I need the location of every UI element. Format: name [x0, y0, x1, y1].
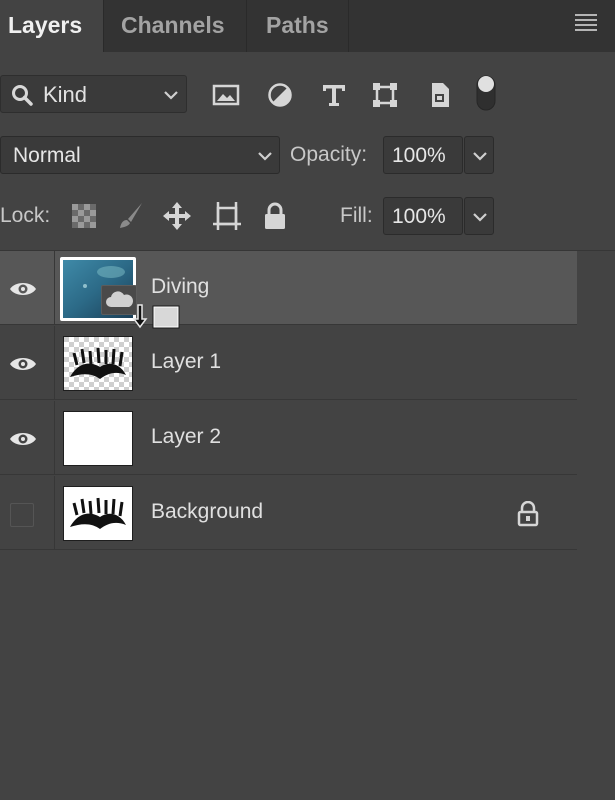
lock-position-icon[interactable] — [161, 200, 193, 232]
visibility-toggle[interactable] — [0, 251, 55, 325]
layer-row-background[interactable]: Background — [0, 476, 577, 550]
layer-thumbnail — [63, 486, 133, 541]
image-filter-icon[interactable] — [211, 80, 241, 110]
eye-icon — [10, 358, 36, 370]
kind-filter-label: Kind — [43, 82, 88, 107]
visibility-off-box — [10, 503, 34, 527]
opacity-dropdown-button[interactable] — [464, 136, 494, 174]
blend-mode-value: Normal — [13, 144, 81, 167]
eye-icon — [10, 283, 36, 295]
search-icon — [12, 85, 33, 106]
eye-icon — [10, 433, 36, 445]
shape-filter-icon[interactable] — [370, 80, 400, 110]
visibility-toggle[interactable] — [0, 326, 55, 400]
lock-all-icon[interactable] — [259, 200, 291, 232]
fill-input[interactable]: 100% — [383, 197, 463, 235]
opacity-value: 100% — [392, 144, 446, 167]
transparent-art-thumbnail — [64, 337, 132, 390]
layer-name[interactable]: Background — [151, 500, 263, 524]
layer-name[interactable]: Layer 2 — [151, 425, 221, 449]
opacity-label: Opacity: — [290, 143, 368, 166]
layer-row-layer-2[interactable]: Layer 2 — [0, 401, 577, 475]
tab-channels[interactable]: Channels — [104, 0, 246, 52]
chevron-down-icon — [473, 152, 487, 161]
type-filter-icon[interactable] — [319, 80, 349, 110]
layer-name[interactable]: Layer 1 — [151, 350, 221, 374]
panel-menu-icon[interactable] — [575, 14, 597, 32]
lock-image-pixels-icon[interactable] — [115, 200, 147, 232]
smart-object-filter-icon[interactable] — [424, 80, 454, 110]
art-on-white-thumbnail — [64, 487, 132, 540]
chevron-down-icon — [164, 91, 178, 100]
tab-divider — [348, 0, 349, 52]
chevron-down-icon — [258, 152, 272, 161]
fill-dropdown-button[interactable] — [464, 197, 494, 235]
lock-transparent-pixels-icon[interactable] — [68, 200, 100, 232]
tab-paths[interactable]: Paths — [247, 0, 348, 52]
opacity-input[interactable]: 100% — [383, 136, 463, 174]
fill-label: Fill: — [340, 204, 373, 227]
layer-thumbnail — [63, 336, 133, 391]
adjustment-filter-icon[interactable] — [265, 80, 295, 110]
lock-label: Lock: — [0, 204, 51, 227]
layer-row-diving[interactable]: Diving — [0, 251, 577, 329]
chevron-down-icon — [473, 213, 487, 222]
panel-tab-bar: Layers Channels Paths — [0, 0, 615, 52]
layer-row-layer-1[interactable]: Layer 1 — [0, 326, 577, 400]
layer-name[interactable]: Diving — [151, 275, 209, 299]
kind-filter-select[interactable]: Kind — [0, 75, 187, 113]
layer-thumbnail — [63, 411, 133, 466]
tab-layers[interactable]: Layers — [0, 0, 103, 52]
visibility-toggle[interactable] — [0, 476, 55, 550]
fill-value: 100% — [392, 205, 446, 228]
visibility-toggle[interactable] — [0, 401, 55, 475]
filter-toggle-icon[interactable] — [474, 72, 498, 114]
lock-icon[interactable] — [516, 501, 540, 527]
blend-mode-select[interactable]: Normal — [0, 136, 280, 174]
lock-artboard-icon[interactable] — [211, 200, 243, 232]
